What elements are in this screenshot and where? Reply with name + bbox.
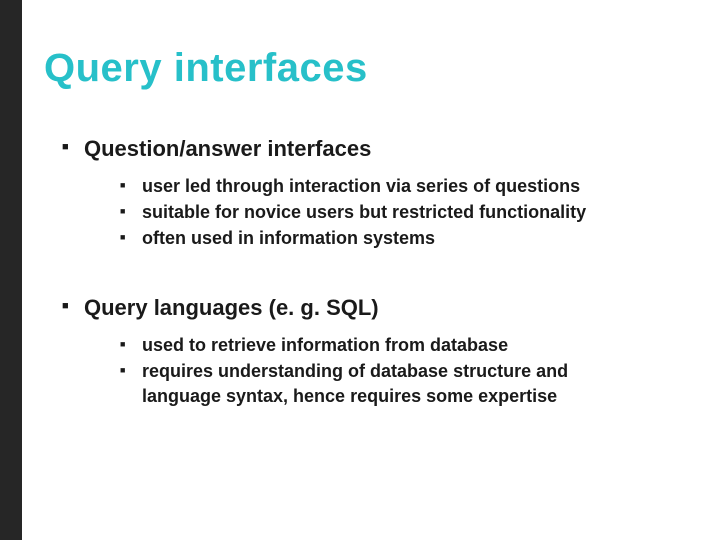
bullet-list-level2: used to retrieve information from databa… (84, 333, 686, 408)
bullet-list-level1: Question/answer interfaces user led thro… (44, 135, 686, 408)
list-item: requires understanding of database struc… (120, 359, 590, 408)
left-strip (0, 0, 22, 540)
slide: Query interfaces Question/answer interfa… (0, 0, 720, 540)
slide-title: Query interfaces (44, 46, 686, 91)
bullet-list-level2: user led through interaction via series … (84, 174, 686, 251)
list-item: used to retrieve information from databa… (120, 333, 590, 357)
list-item: suitable for novice users but restricted… (120, 200, 590, 224)
list-item: user led through interaction via series … (120, 174, 590, 198)
slide-content: Query interfaces Question/answer interfa… (22, 0, 720, 540)
section-heading: Question/answer interfaces user led thro… (62, 135, 686, 250)
section-heading-text: Question/answer interfaces (84, 136, 371, 161)
section-heading: Query languages (e. g. SQL) used to retr… (62, 294, 686, 407)
list-item: often used in information systems (120, 226, 590, 250)
section-heading-text: Query languages (e. g. SQL) (84, 295, 379, 320)
